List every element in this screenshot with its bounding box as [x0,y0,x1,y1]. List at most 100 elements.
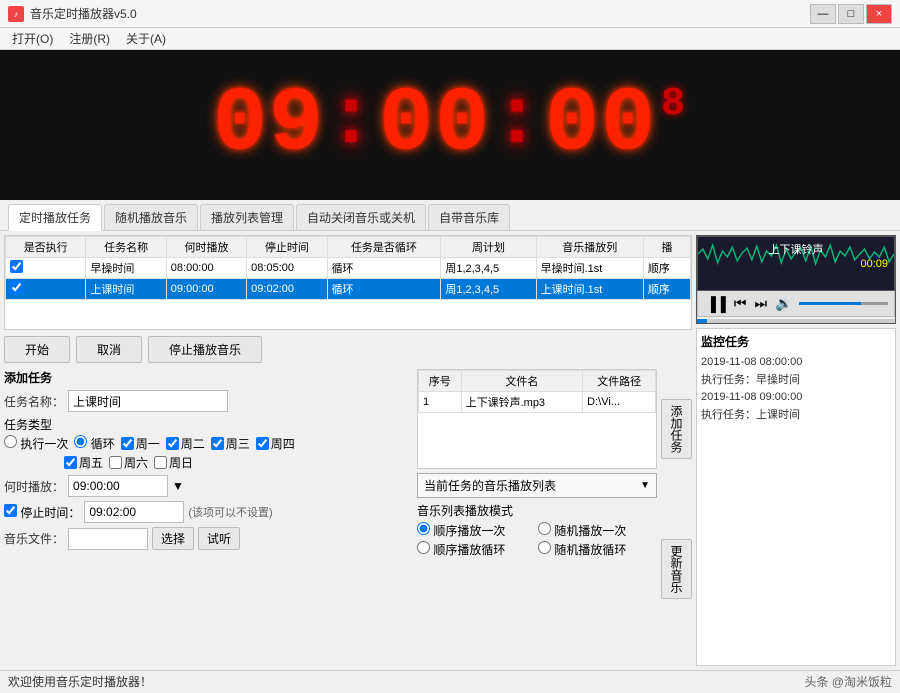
music-row: 音乐文件： 选择 试听 [4,527,413,550]
task-type-label: 任务类型 [4,416,413,433]
time-dropdown[interactable]: ▼ [172,479,184,493]
mode-sequential-once: 顺序播放一次 [417,522,536,539]
time-row: 何时播放： ▼ [4,475,413,497]
tab-random-music[interactable]: 随机播放音乐 [104,204,198,230]
maximize-button[interactable]: □ [838,4,864,24]
file-col-path: 文件路径 [583,371,656,392]
col-week: 周计划 [441,237,536,258]
close-button[interactable]: × [866,4,892,24]
menu-about[interactable]: 关于(A) [120,29,172,48]
file-name: 上下课铃声.mp3 [461,392,583,413]
file-col-no: 序号 [419,371,462,392]
music-file-input[interactable] [68,528,148,550]
add-task-title: 添加任务 [4,369,413,386]
weekday-tue: 周二 [166,435,205,452]
stop-row: 停止时间： (该项可以不设置) [4,501,413,523]
tab-timer-task[interactable]: 定时播放任务 [8,204,102,231]
start-button[interactable]: 开始 [4,336,70,363]
stop-hint: (该项可以不设置) [188,504,272,520]
weekday-sat: 周六 [109,454,148,471]
radio-once-label: 执行一次 [4,435,68,452]
name-label: 任务名称： [4,393,64,410]
stop-checkbox-label: 停止时间： [4,504,80,521]
watermark: 头条 @淘米饭粒 [804,673,892,690]
stop-music-button[interactable]: 停止播放音乐 [148,336,262,363]
cell-stop: 08:05:00 [247,258,327,279]
cell-execute [6,279,86,300]
mode-sequential-loop: 顺序播放循环 [417,541,536,558]
volume-slider[interactable] [799,302,889,305]
radio-loop[interactable] [74,435,87,448]
right-panel: 上下课铃声 00:09 ▐▐ ⏮ ⏭ 🔉 监控任务 [696,235,896,666]
name-row: 任务名称： [4,390,413,412]
file-row[interactable]: 1 上下课铃声.mp3 D:\Vi... [419,392,656,413]
clock-seconds: 00 [545,74,657,176]
radio-once[interactable] [4,435,17,448]
status-message: 欢迎使用音乐定时播放器！ [8,673,152,690]
menu-register[interactable]: 注册(R) [63,29,116,48]
cancel-button[interactable]: 取消 [76,336,142,363]
stop-time-input[interactable] [84,501,184,523]
weekday-thu: 周四 [256,435,295,452]
play-mode-options: 顺序播放一次 随机播放一次 顺序播放循环 随机播放循环 [417,522,657,558]
clock-hours: 09 [213,74,325,176]
next-button[interactable]: ⏭ [752,294,769,313]
volume-fill [799,302,862,305]
tab-playlist-mgmt[interactable]: 播放列表管理 [200,204,294,230]
play-mode-label: 音乐列表播放模式 [417,502,657,519]
cell-week: 周1,2,3,4,5 [441,279,536,300]
task-name-input[interactable] [68,390,228,412]
col-order: 播 [643,237,690,258]
track-title: 上下课铃声 [698,241,894,257]
volume-down-button[interactable]: 🔉 [773,294,794,313]
music-label: 音乐文件： [4,530,64,547]
progress-fill [697,319,707,323]
cell-name: 早操时间 [86,258,166,279]
prev-button[interactable]: ⏮ [732,294,749,313]
preview-button[interactable]: 试听 [198,527,240,550]
weekday-fri: 周五 [64,454,103,471]
table-row[interactable]: 上课时间 09:00:00 09:02:00 循环 周1,2,3,4,5 上课时… [6,279,691,300]
clock-digits: 09 : 00 : 00 8 [213,74,687,176]
col-start: 何时播放 [166,237,246,258]
track-time: 00:09 [860,258,888,270]
file-path: D:\Vi... [583,392,656,413]
window-title: 音乐定时播放器v5.0 [30,5,137,22]
task-table-container: 是否执行 任务名称 何时播放 停止时间 任务是否循环 周计划 音乐播放列 播 早… [4,235,692,330]
status-bar: 欢迎使用音乐定时播放器！ 头条 @淘米饭粒 [0,670,900,692]
select-music-button[interactable]: 选择 [152,527,194,550]
add-task-button[interactable]: 添加任务 [661,399,692,459]
play-pause-button[interactable]: ▐▐ [704,295,728,313]
cell-start: 09:00:00 [166,279,246,300]
stop-checkbox[interactable] [4,504,17,517]
cell-loop: 循环 [327,258,441,279]
side-buttons: 添加任务 更新音乐 [661,369,692,666]
clock-display: 09 : 00 : 00 8 [0,50,900,200]
cell-order: 顺序 [643,279,690,300]
radio-row-2: 周五 周六 周日 [64,454,413,471]
monitor-section: 监控任务 2019-11-08 08:00:00 执行任务：早操时间 2019-… [696,328,896,666]
time-input[interactable] [68,475,168,497]
menu-open[interactable]: 打开(O) [6,29,59,48]
table-header-row: 是否执行 任务名称 何时播放 停止时间 任务是否循环 周计划 音乐播放列 播 [6,237,691,258]
cell-execute [6,258,86,279]
title-bar: ♪ 音乐定时播放器v5.0 — □ × [0,0,900,28]
minimize-button[interactable]: — [810,4,836,24]
col-loop: 任务是否循环 [327,237,441,258]
table-row[interactable]: 早操时间 08:00:00 08:05:00 循环 周1,2,3,4,5 早操时… [6,258,691,279]
tab-music-library[interactable]: 自带音乐库 [428,204,510,230]
monitor-title: 监控任务 [701,333,891,350]
menu-bar: 打开(O) 注册(R) 关于(A) [0,28,900,50]
tab-auto-close[interactable]: 自动关闭音乐或关机 [296,204,426,230]
mode-random-once: 随机播放一次 [538,522,657,539]
progress-bar [697,319,895,323]
current-playlist-dropdown[interactable]: 当前任务的音乐播放列表 ▼ [417,473,657,498]
weekday-mon: 周一 [121,435,160,452]
cell-stop: 09:02:00 [247,279,327,300]
player-area: 上下课铃声 00:09 ▐▐ ⏮ ⏭ 🔉 [696,235,896,324]
update-music-button[interactable]: 更新音乐 [661,539,692,599]
log-line-2: 2019-11-08 09:00:00 [701,389,891,407]
log-line-1: 执行任务：早操时间 [701,372,891,390]
tabs-bar: 定时播放任务 随机播放音乐 播放列表管理 自动关闭音乐或关机 自带音乐库 [0,200,900,231]
app-icon: ♪ [8,6,24,22]
